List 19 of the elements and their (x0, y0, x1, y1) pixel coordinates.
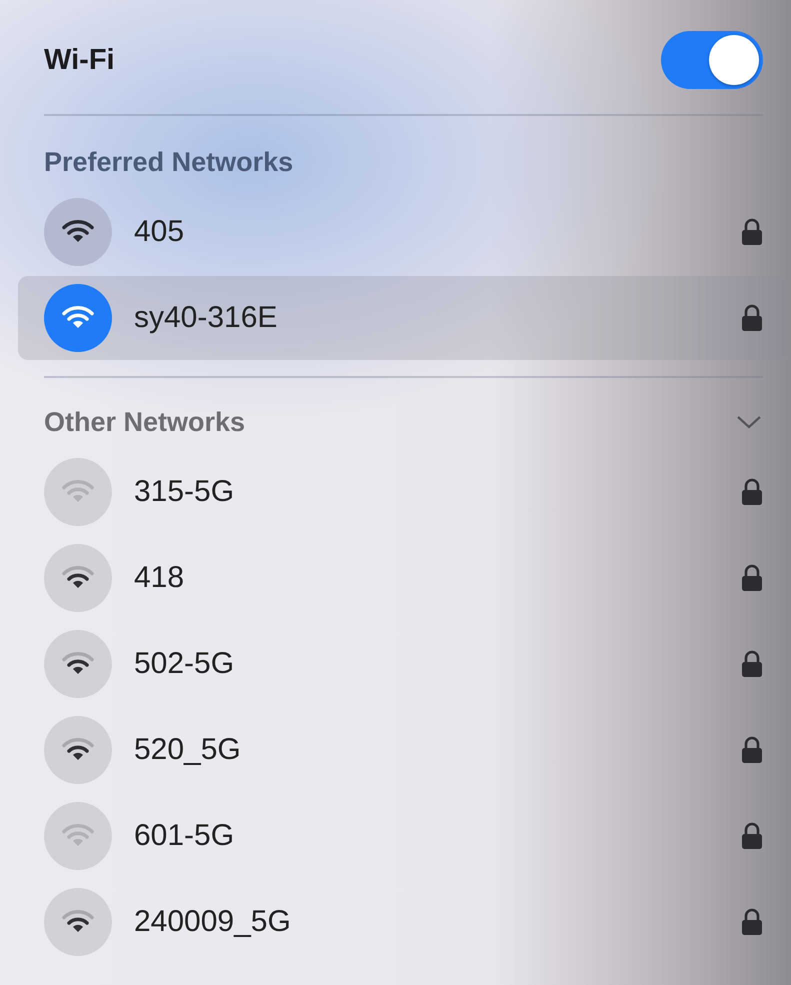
network-row[interactable]: 240009_5G (18, 880, 787, 964)
network-name: 405 (134, 215, 186, 249)
network-row[interactable]: 520_5G (18, 708, 787, 792)
network-row[interactable]: 315-5G (18, 450, 787, 534)
wifi-title: Wi-Fi (44, 44, 115, 76)
network-name: 240009_5G (134, 905, 292, 939)
network-row[interactable]: 601-5G (18, 794, 787, 878)
network-name: 520_5G (134, 733, 242, 767)
network-row[interactable]: 418 (18, 536, 787, 620)
network-row[interactable]: 405 (18, 190, 787, 274)
network-name: sy40-316E (134, 301, 278, 335)
network-name: 418 (134, 561, 186, 595)
network-row[interactable]: 502-5G (18, 622, 787, 706)
network-name: 502-5G (134, 647, 236, 681)
chevron-icon[interactable] (735, 414, 763, 430)
network-name: 601-5G (134, 819, 236, 853)
section-title: Preferred Networks (44, 146, 294, 178)
network-name: 315-5G (134, 475, 236, 509)
section-title: Other Networks (44, 406, 246, 438)
